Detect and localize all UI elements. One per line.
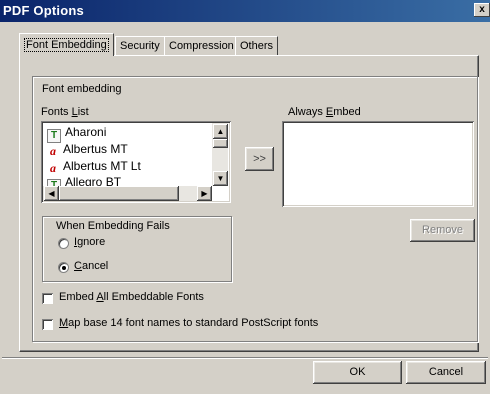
embed-all-label[interactable]: Embed All Embeddable Fonts: [59, 291, 204, 303]
scroll-right-button[interactable]: ▶: [197, 186, 212, 201]
tab-compression[interactable]: Compression: [164, 36, 239, 55]
close-icon: x: [479, 4, 485, 15]
radio-selected-dot: [62, 266, 66, 270]
tab-label: Font Embedding: [24, 38, 109, 52]
font-embedding-label: Font embedding: [42, 83, 122, 95]
when-embedding-fails-label: When Embedding Fails: [56, 220, 170, 232]
cancel-radio-label[interactable]: Cancel: [74, 260, 108, 272]
ignore-radio[interactable]: [58, 238, 69, 249]
fonts-list[interactable]: TAharoni aAlbertus MT aAlbertus MT Lt TA…: [41, 121, 231, 203]
tab-label: Compression: [169, 40, 234, 52]
ok-button[interactable]: OK: [313, 361, 402, 384]
tab-others[interactable]: Others: [235, 36, 279, 55]
arrow-left-icon: ◀: [48, 189, 55, 198]
window-title: PDF Options: [3, 3, 84, 18]
footer-separator: [2, 357, 488, 359]
tab-security[interactable]: Security: [115, 36, 165, 55]
scroll-down-button[interactable]: ▼: [213, 171, 228, 186]
tab-label: Security: [120, 40, 160, 52]
cancel-button[interactable]: Cancel: [406, 361, 486, 384]
close-button[interactable]: x: [474, 3, 490, 17]
arrow-up-icon: ▲: [216, 127, 225, 136]
add-font-button[interactable]: >>: [245, 147, 274, 171]
list-item[interactable]: T Aharoni: [47, 124, 106, 143]
scroll-thumb[interactable]: [213, 139, 228, 148]
scroll-left-button[interactable]: ◀: [44, 186, 59, 201]
map-base14-label[interactable]: Map base 14 font names to standard PostS…: [59, 317, 318, 329]
always-embed-list[interactable]: [282, 121, 474, 207]
title-bar: PDF Options x: [0, 0, 490, 22]
ignore-radio-label[interactable]: Ignore: [74, 236, 105, 248]
list-item[interactable]: a Albertus MT: [47, 141, 128, 157]
embed-all-checkbox[interactable]: [42, 293, 53, 304]
postscript-font-icon: a: [50, 144, 56, 158]
scroll-up-button[interactable]: ▲: [213, 124, 228, 139]
fonts-list-label: Fonts List: [41, 106, 89, 118]
tab-label: Others: [240, 40, 274, 52]
arrow-right-icon: ▶: [201, 189, 208, 198]
cancel-radio[interactable]: [58, 262, 69, 273]
map-base14-checkbox[interactable]: [42, 319, 53, 330]
remove-button[interactable]: Remove: [410, 219, 475, 242]
postscript-font-icon: a: [50, 161, 56, 175]
arrow-down-icon: ▼: [216, 174, 225, 183]
always-embed-label: Always Embed: [288, 106, 361, 118]
list-item[interactable]: a Albertus MT Lt: [47, 158, 141, 174]
tab-font-embedding[interactable]: Font Embedding: [19, 33, 114, 56]
horizontal-scroll-thumb[interactable]: [59, 186, 179, 201]
